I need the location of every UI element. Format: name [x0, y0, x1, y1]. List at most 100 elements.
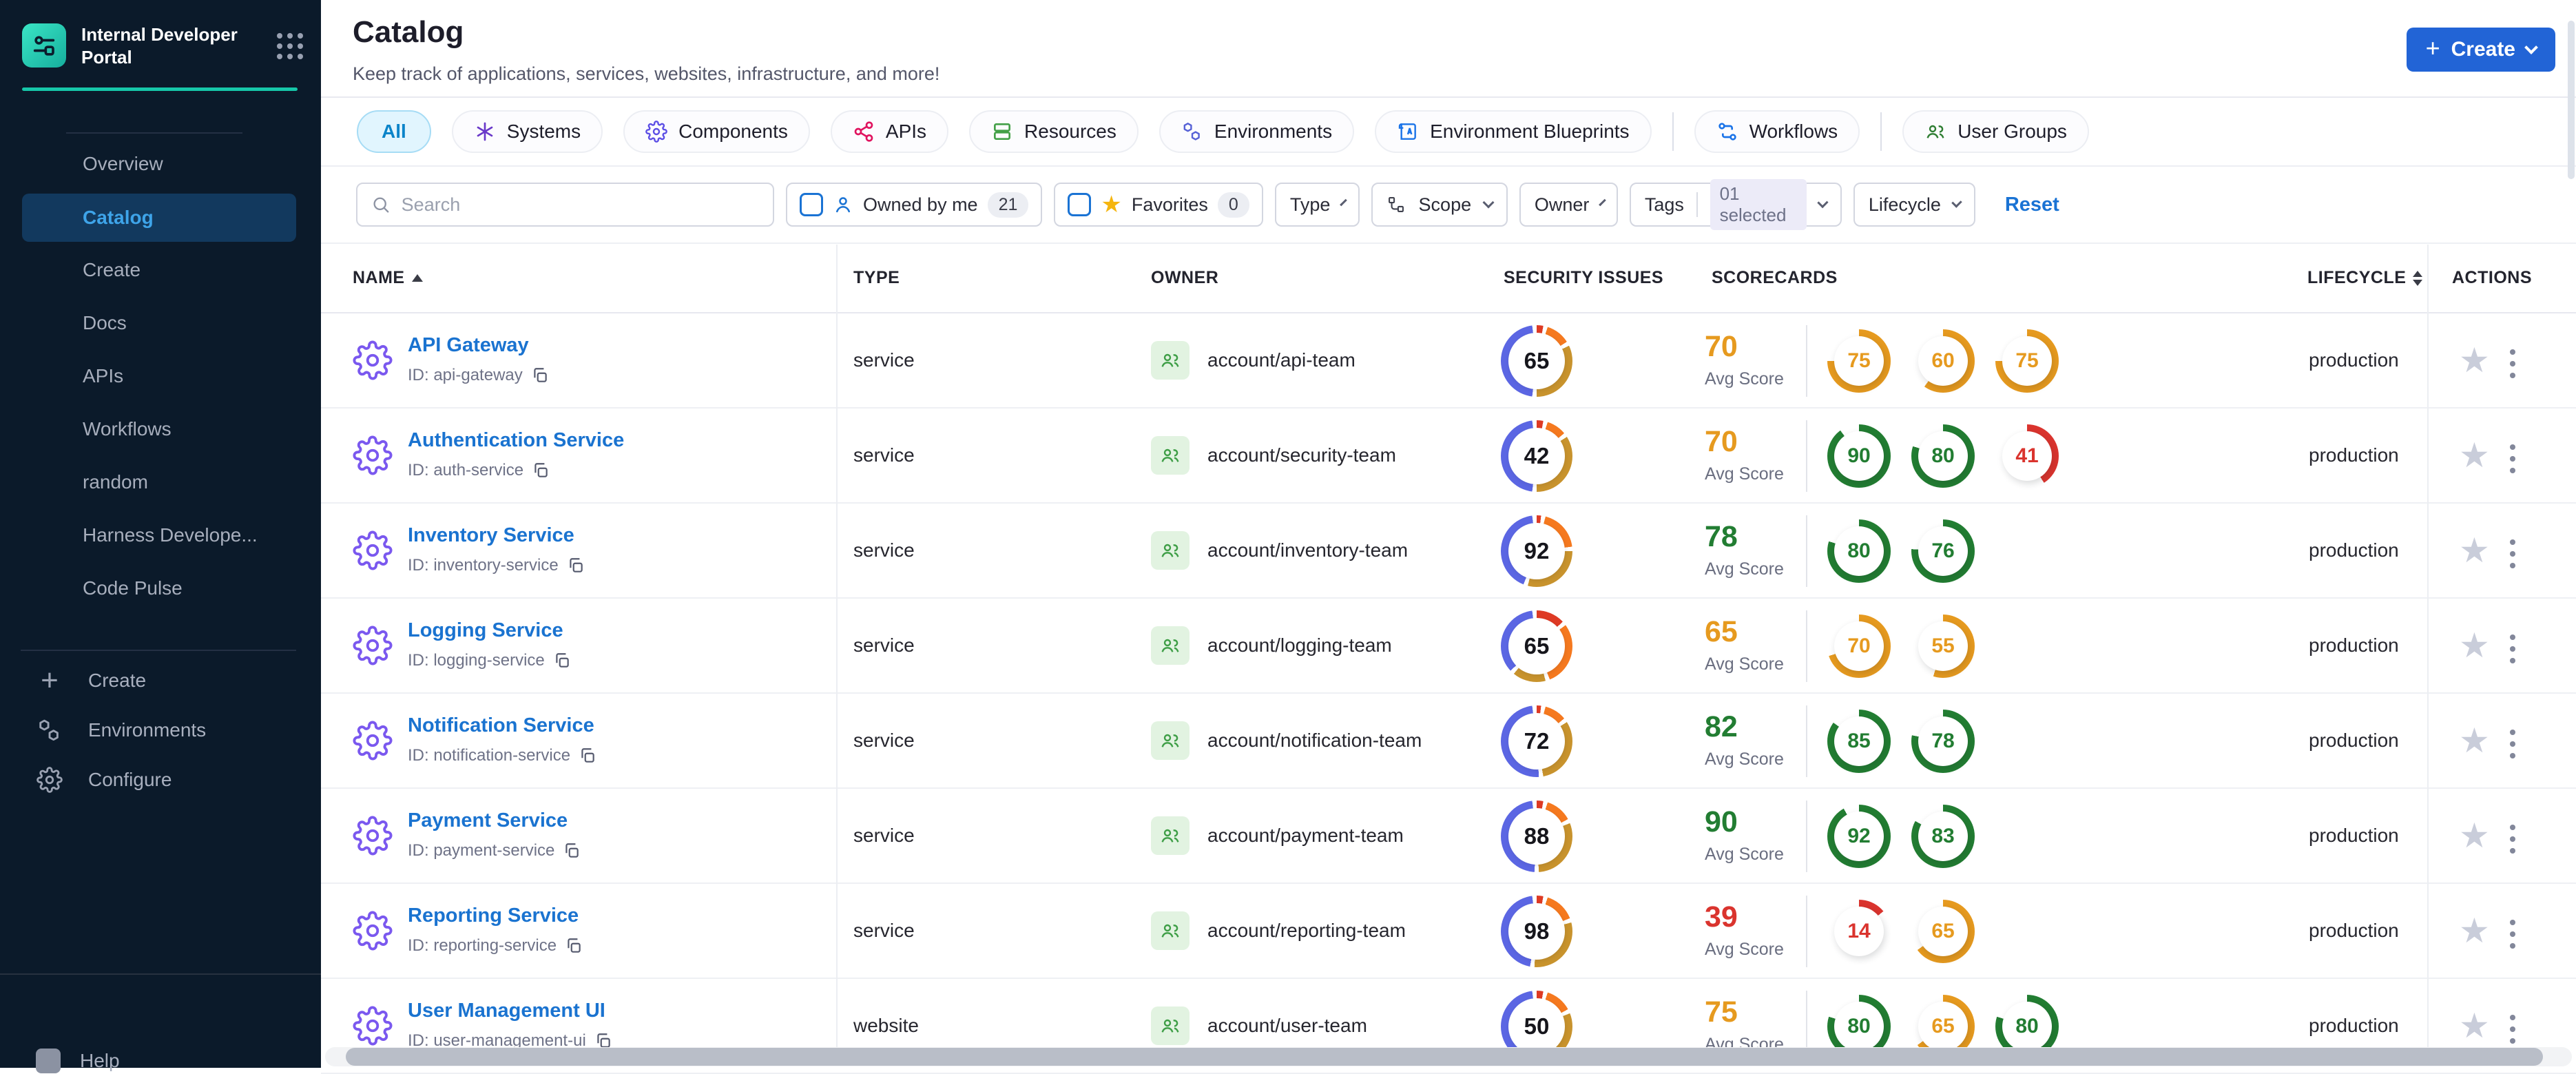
copy-icon[interactable] [567, 557, 585, 575]
security-score: 92 [1524, 538, 1550, 564]
sidebar-item-apis[interactable]: APIs [0, 350, 321, 403]
scorecard-ring: 14 [1827, 900, 1891, 963]
row-menu-button[interactable] [2506, 1011, 2520, 1048]
brand: Internal Developer Portal [0, 0, 321, 70]
entity-name-link[interactable]: Notification Service [408, 714, 594, 737]
horizontal-scrollbar-thumb[interactable] [346, 1048, 2543, 1066]
owner-cell: account/payment-team [1151, 789, 1404, 882]
copy-icon[interactable] [532, 462, 550, 479]
entity-type: service [853, 730, 915, 751]
owned-by-me-checkbox[interactable] [800, 193, 823, 216]
component-gear-icon [353, 1006, 393, 1049]
lifecycle-value: production [2309, 825, 2399, 846]
tab-environments[interactable]: Environments [1159, 110, 1355, 153]
sidebar-item-harness-developer[interactable]: Harness Develope... [0, 509, 321, 562]
sidebar-item-create[interactable]: Create [0, 244, 321, 297]
tab-apis[interactable]: APIs [830, 110, 949, 153]
row-menu-button[interactable] [2506, 630, 2520, 668]
workflow-icon [1718, 123, 1736, 141]
favorites-checkbox[interactable] [1068, 193, 1092, 216]
tab-environment-blueprints[interactable]: Environment Blueprints [1375, 110, 1652, 153]
favorite-star-button[interactable]: ★ [2459, 533, 2490, 568]
sidebar-bottom-environments[interactable]: Environments [0, 705, 321, 755]
sidebar-divider [0, 973, 321, 975]
entity-name-link[interactable]: API Gateway [408, 334, 529, 357]
sidebar-item-random[interactable]: random [0, 456, 321, 509]
sidebar-item-docs[interactable]: Docs [0, 297, 321, 350]
entity-id: ID: notification-service [408, 746, 571, 765]
tab-systems[interactable]: Systems [451, 110, 603, 153]
copy-icon[interactable] [579, 747, 596, 765]
row-menu-button[interactable] [2506, 725, 2520, 763]
sidebar-item-help[interactable]: Help [36, 1049, 120, 1073]
scope-dropdown[interactable]: Scope [1371, 183, 1508, 227]
tab-resources[interactable]: Resources [969, 110, 1139, 153]
sidebar-bottom-configure[interactable]: Configure [0, 755, 321, 805]
sidebar-item-code-pulse[interactable]: Code Pulse [0, 562, 321, 615]
avg-score-block: 82 Avg Score [1705, 710, 1784, 770]
lifecycle-dropdown[interactable]: Lifecycle [1853, 183, 1975, 227]
vertical-scrollbar-thumb[interactable] [2568, 21, 2575, 179]
copy-icon[interactable] [531, 366, 549, 384]
apps-grid-icon[interactable] [277, 33, 303, 59]
sidebar-bottom-create[interactable]: + Create [0, 656, 321, 705]
favorite-star-button[interactable]: ★ [2459, 818, 2490, 853]
owned-by-me-filter[interactable]: Owned by me 21 [786, 183, 1043, 227]
horizontal-scrollbar[interactable] [325, 1047, 2572, 1066]
favorites-count-badge: 0 [1217, 192, 1249, 218]
row-menu-button[interactable] [2506, 820, 2520, 858]
sidebar-item-workflows[interactable]: Workflows [0, 403, 321, 456]
copy-icon[interactable] [563, 842, 581, 860]
scorecard-rings: 70 55 [1827, 615, 1975, 678]
entity-name-link[interactable]: Authentication Service [408, 429, 624, 452]
sidebar-nav: Overview Catalog Create Docs APIs Workfl… [0, 138, 321, 615]
tab-all[interactable]: All [357, 110, 431, 153]
tab-components[interactable]: Components [623, 110, 810, 153]
tab-workflows[interactable]: Workflows [1694, 110, 1860, 153]
owner-dropdown[interactable]: Owner [1519, 183, 1618, 227]
create-button[interactable]: + Create [2406, 28, 2555, 72]
favorite-star-button[interactable]: ★ [2459, 1009, 2490, 1043]
avg-score-label: Avg Score [1705, 940, 1784, 959]
copy-icon[interactable] [565, 937, 583, 955]
security-score: 72 [1524, 728, 1550, 754]
tab-user-groups[interactable]: User Groups [1902, 110, 2089, 153]
owner-label: account/security-team [1207, 444, 1396, 466]
scorecard-ring: 80 [1827, 995, 1891, 1058]
search-input[interactable] [401, 194, 759, 216]
avg-score-label: Avg Score [1705, 559, 1784, 579]
tags-dropdown[interactable]: Tags 01 selected [1629, 179, 1842, 230]
avg-score-value: 90 [1705, 805, 1738, 838]
entity-name-link[interactable]: Payment Service [408, 809, 568, 832]
favorite-star-button[interactable]: ★ [2459, 723, 2490, 758]
scorecards-divider [1806, 515, 1807, 587]
page-subtitle: Keep track of applications, services, we… [353, 63, 940, 84]
favorite-star-button[interactable]: ★ [2459, 913, 2490, 948]
column-header-name[interactable]: NAME [353, 244, 423, 312]
favorite-star-button[interactable]: ★ [2459, 438, 2490, 473]
main-content: Catalog Keep track of applications, serv… [321, 0, 2576, 1074]
favorites-filter[interactable]: ★ Favorites 0 [1054, 183, 1263, 227]
entity-name-link[interactable]: Reporting Service [408, 905, 579, 927]
row-menu-button[interactable] [2506, 916, 2520, 953]
reset-filters-link[interactable]: Reset [2005, 194, 2059, 216]
entity-name-link[interactable]: Inventory Service [408, 524, 574, 547]
row-menu-button[interactable] [2506, 440, 2520, 477]
table-row: Inventory Service ID: inventory-service … [321, 504, 2576, 599]
entity-name-link[interactable]: Logging Service [408, 619, 563, 642]
table-row: API Gateway ID: api-gateway service acco… [321, 313, 2576, 409]
scorecard-score: 80 [1931, 444, 1955, 467]
type-dropdown[interactable]: Type [1274, 183, 1360, 227]
favorite-star-button[interactable]: ★ [2459, 628, 2490, 663]
sidebar-item-overview[interactable]: Overview [0, 138, 321, 191]
scorecard-ring: 65 [1911, 995, 1975, 1058]
entity-name-link[interactable]: User Management UI [408, 1000, 605, 1022]
favorites-label: Favorites [1131, 194, 1208, 215]
row-menu-button[interactable] [2506, 345, 2520, 382]
copy-icon[interactable] [553, 652, 571, 670]
entity-type: service [853, 349, 915, 371]
favorite-star-button[interactable]: ★ [2459, 343, 2490, 378]
column-header-lifecycle[interactable]: LIFECYCLE [2307, 244, 2423, 312]
row-menu-button[interactable] [2506, 535, 2520, 572]
sidebar-item-catalog[interactable]: Catalog [22, 193, 296, 242]
